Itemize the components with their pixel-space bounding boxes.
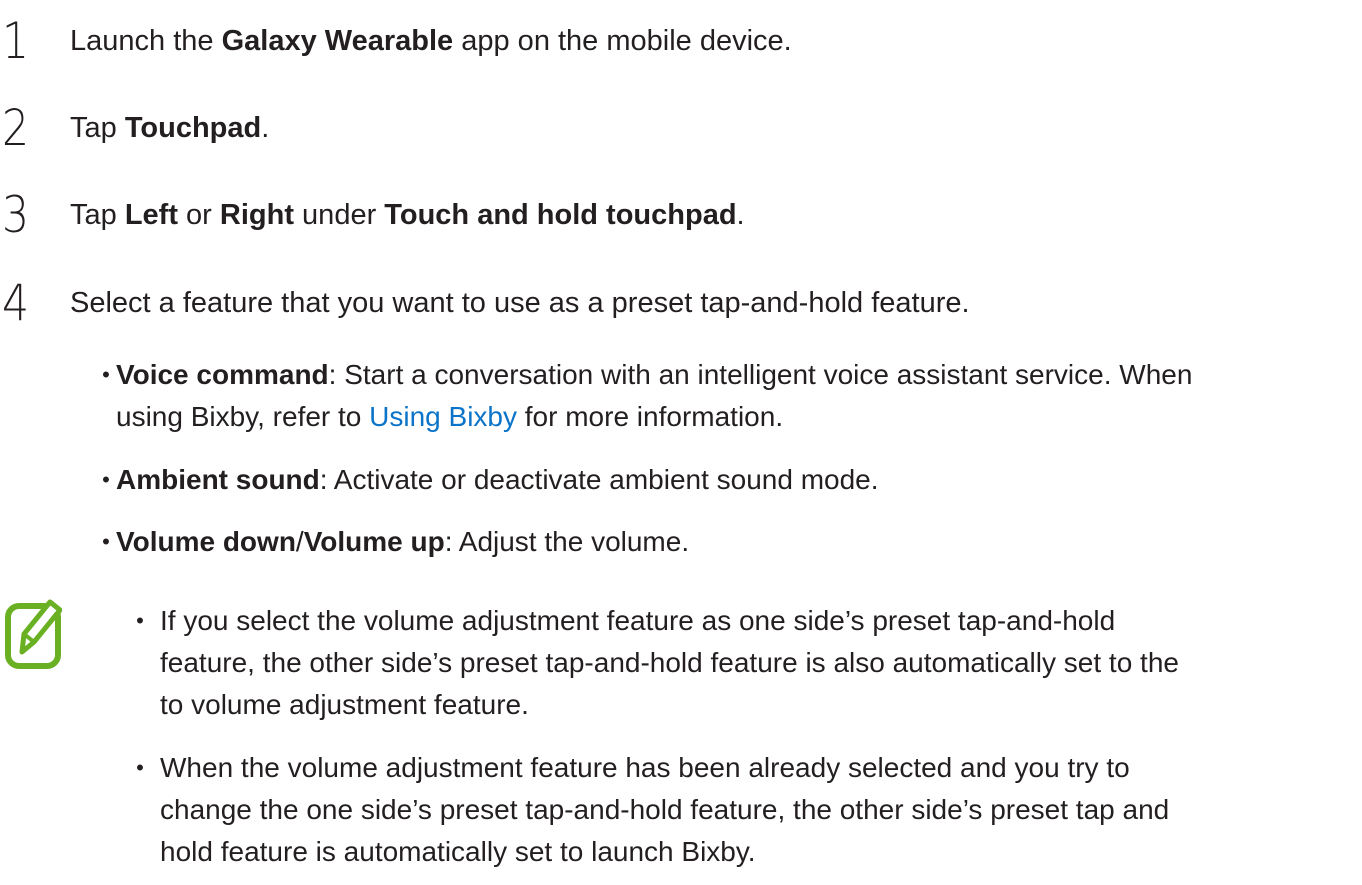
bullet: •	[102, 467, 110, 492]
option-left: Left	[124, 199, 178, 231]
note-line: change the one side’s preset tap-and-hol…	[160, 794, 1170, 825]
note-pencil-icon	[4, 596, 63, 676]
list-item-text: Voice command: Start a conversation with…	[116, 354, 1346, 438]
note-line: hold feature is automatically set to lau…	[160, 836, 756, 867]
bullet: •	[102, 529, 110, 554]
step-number: 3	[2, 186, 30, 244]
note-line: to volume adjustment feature.	[160, 689, 529, 720]
step-text-part: Launch the	[70, 25, 222, 57]
note-line: feature, the other side’s preset tap-and…	[160, 647, 1179, 678]
option-right: Right	[219, 199, 294, 231]
step-text-part: Tap	[70, 199, 125, 231]
setting-name: Touch and hold touchpad	[384, 199, 737, 231]
option-name: Voice command	[116, 359, 329, 390]
option-desc: for more information.	[517, 401, 784, 432]
option-separator: /	[295, 526, 304, 557]
list-item-text: Ambient sound: Activate or deactivate am…	[116, 459, 1346, 501]
step-text-part: Tap	[70, 112, 125, 144]
step-text-part: under	[294, 199, 385, 231]
option-desc: : Start a conversation with an intellige…	[328, 359, 1193, 390]
step-1: 1 Launch the Galaxy Wearable app on the …	[0, 11, 1362, 71]
option-name: Ambient sound	[116, 464, 320, 495]
note-line: When the volume adjustment feature has b…	[160, 752, 1130, 783]
note-text: When the volume adjustment feature has b…	[160, 747, 1340, 873]
note-text: If you select the volume adjustment feat…	[160, 600, 1340, 726]
using-bixby-link[interactable]: Using Bixby	[369, 401, 517, 432]
step-2: 2 Tap Touchpad.	[0, 98, 1362, 158]
step-text: Launch the Galaxy Wearable app on the mo…	[70, 11, 792, 71]
option-desc: : Activate or deactivate ambient sound m…	[319, 464, 879, 495]
step-text: Select a feature that you want to use as…	[70, 287, 970, 319]
step-text: Tap Left or Right under Touch and hold t…	[70, 185, 745, 245]
step-text-part: app on the mobile device.	[453, 25, 792, 57]
step-text-part: .	[736, 199, 745, 231]
step-number: 1	[2, 12, 30, 70]
bullet: •	[102, 362, 110, 387]
step-number: 2	[2, 99, 30, 157]
bullet: •	[136, 608, 144, 633]
option-desc: using Bixby, refer to	[116, 401, 370, 432]
step-number: 4	[2, 274, 30, 332]
app-name: Galaxy Wearable	[221, 25, 454, 57]
step-text-part: or	[178, 199, 220, 231]
bullet: •	[136, 755, 144, 780]
note-line: If you select the volume adjustment feat…	[160, 605, 1116, 636]
option-desc: : Adjust the volume.	[444, 526, 690, 557]
step-4: 4 Select a feature that you want to use …	[0, 273, 1362, 333]
step-text-part: .	[261, 112, 270, 144]
option-name: Volume down	[116, 526, 296, 557]
step-3: 3 Tap Left or Right under Touch and hold…	[0, 185, 1362, 245]
step-text: Tap Touchpad.	[70, 98, 269, 158]
list-item-text: Volume down/Volume up: Adjust the volume…	[116, 521, 1346, 563]
menu-name: Touchpad	[124, 112, 262, 144]
option-name: Volume up	[303, 526, 445, 557]
